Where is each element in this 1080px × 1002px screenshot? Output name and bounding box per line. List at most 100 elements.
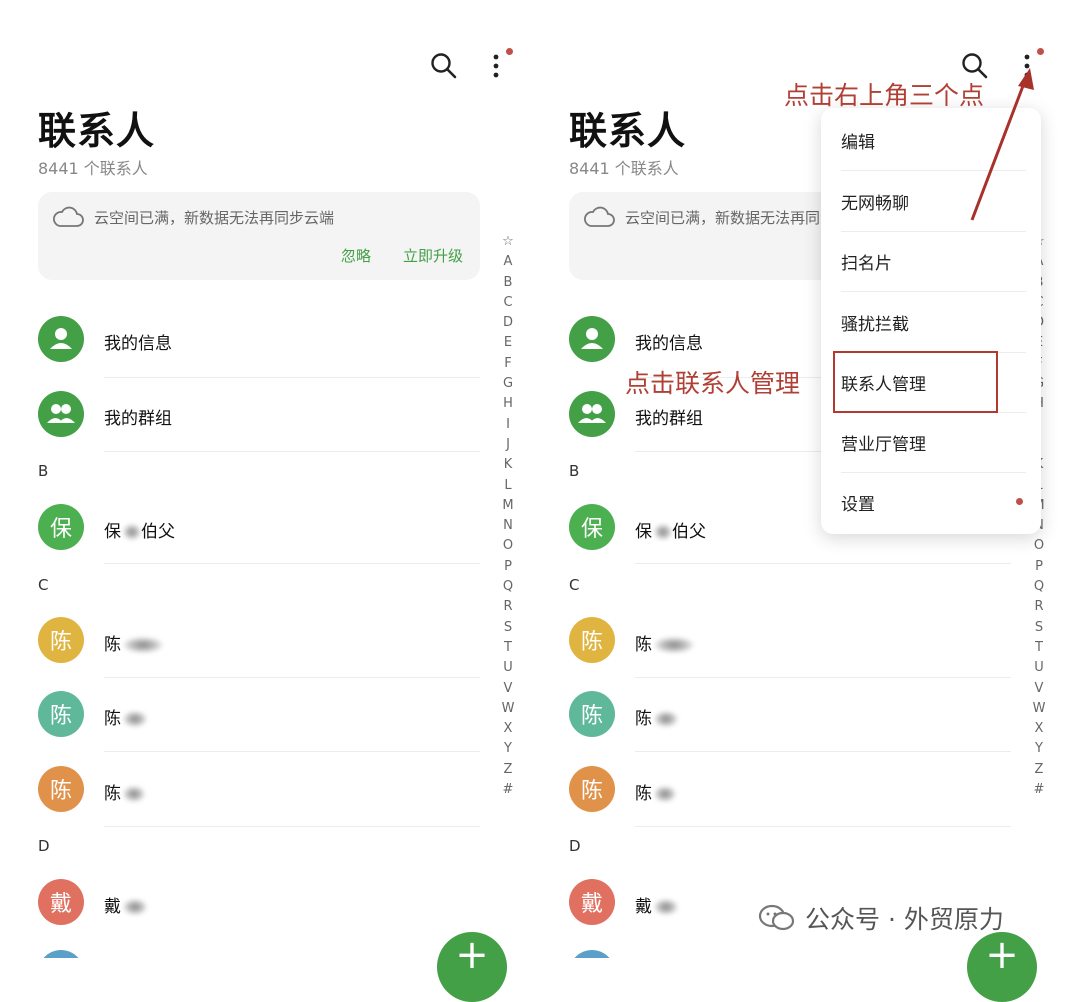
index-letter[interactable]: # — [498, 780, 518, 800]
index-letter[interactable]: P — [1029, 557, 1049, 577]
contact-name: 戴 — [104, 892, 147, 917]
index-letter[interactable]: Z — [498, 760, 518, 780]
contact-name: 陈 — [104, 779, 145, 804]
avatar: 戴 — [38, 879, 84, 925]
my-groups-label: 我的群组 — [635, 409, 703, 429]
divider — [635, 563, 1011, 564]
index-letter[interactable]: E — [498, 333, 518, 353]
cloud-message: 云空间已满，新数据无法再同步云端 — [94, 209, 335, 227]
index-letter[interactable]: F — [498, 354, 518, 374]
avatar: 陈 — [38, 691, 84, 737]
notification-dot — [1016, 498, 1023, 505]
index-letter[interactable]: C — [498, 293, 518, 313]
cloud-full-banner: 云空间已满，新数据无法再同步云端 忽略 立即升级 — [38, 192, 480, 280]
contact-row[interactable]: 陈 陈 — [569, 766, 1009, 814]
search-icon[interactable] — [430, 52, 458, 80]
index-letter[interactable]: K — [498, 455, 518, 475]
index-letter[interactable]: Y — [1029, 739, 1049, 759]
divider — [104, 377, 480, 378]
index-letter[interactable]: S — [1029, 618, 1049, 638]
wechat-icon — [758, 904, 795, 931]
section-header-b: B — [569, 462, 580, 480]
index-letter[interactable]: M — [498, 496, 518, 516]
my-groups-row[interactable]: 我的群组 — [38, 391, 478, 439]
avatar: 陈 — [569, 617, 615, 663]
watermark-text: 公众号 · 外贸原力 — [805, 905, 1004, 934]
avatar: 陈 — [38, 766, 84, 812]
menu-item-spam-block[interactable]: 骚扰拦截 — [841, 292, 1026, 352]
upgrade-button[interactable]: 立即升级 — [403, 245, 463, 266]
index-letter[interactable]: W — [498, 699, 518, 719]
divider — [104, 751, 480, 752]
contact-row[interactable]: 保 保伯父 — [38, 504, 478, 552]
contact-row[interactable]: 陈 陈 — [569, 691, 1009, 739]
contact-row[interactable]: 陈 陈 — [38, 766, 478, 814]
divider — [635, 826, 1011, 827]
menu-item-scan-card[interactable]: 扫名片 — [841, 231, 1026, 291]
index-letter[interactable]: V — [1029, 679, 1049, 699]
index-letter[interactable]: N — [498, 516, 518, 536]
more-options-icon[interactable] — [492, 52, 500, 82]
contact-row[interactable]: 陈 陈 — [38, 617, 478, 665]
menu-item-settings[interactable]: 设置 — [841, 472, 1026, 532]
index-letter[interactable]: H — [498, 394, 518, 414]
index-letter[interactable]: J — [498, 435, 518, 455]
section-header-c: C — [38, 576, 49, 594]
my-info-label: 我的信息 — [104, 334, 172, 354]
section-header-c: C — [569, 576, 580, 594]
index-letter[interactable]: I — [498, 415, 518, 435]
index-letter[interactable]: X — [1029, 719, 1049, 739]
annotation-middle: 点击联系人管理 — [625, 369, 801, 398]
index-letter[interactable]: # — [1029, 780, 1049, 800]
index-letter[interactable]: B — [498, 273, 518, 293]
cloud-icon — [584, 206, 615, 227]
divider — [104, 563, 480, 564]
index-letter[interactable]: P — [498, 557, 518, 577]
ignore-button[interactable]: 忽略 — [341, 245, 371, 266]
index-letter[interactable]: T — [498, 638, 518, 658]
index-letter[interactable]: Y — [498, 739, 518, 759]
page-title: 联系人 — [569, 109, 687, 153]
index-letter[interactable]: R — [1029, 597, 1049, 617]
index-letter[interactable]: O — [498, 536, 518, 556]
divider — [104, 677, 480, 678]
highlight-box — [833, 351, 998, 413]
my-info-row[interactable]: 我的信息 — [38, 316, 478, 364]
index-letter[interactable]: Q — [498, 577, 518, 597]
index-letter[interactable]: ☆ — [498, 232, 518, 252]
index-letter[interactable]: G — [498, 374, 518, 394]
add-contact-button[interactable]: + — [967, 932, 1037, 1002]
section-header-d: D — [569, 837, 581, 855]
notification-dot — [1037, 48, 1044, 55]
index-letter[interactable]: U — [1029, 658, 1049, 678]
index-letter[interactable]: V — [498, 679, 518, 699]
menu-item-store-management[interactable]: 营业厅管理 — [841, 412, 1026, 472]
avatar — [38, 950, 84, 958]
index-letter[interactable]: Q — [1029, 577, 1049, 597]
person-icon — [581, 328, 603, 349]
index-letter[interactable]: A — [498, 252, 518, 272]
divider — [104, 451, 480, 452]
contact-count: 8441 个联系人 — [38, 159, 148, 178]
index-letter[interactable]: L — [498, 476, 518, 496]
index-letter[interactable]: U — [498, 658, 518, 678]
section-header-d: D — [38, 837, 50, 855]
contact-row[interactable]: 陈 陈 — [38, 691, 478, 739]
index-letter[interactable]: D — [498, 313, 518, 333]
contact-row[interactable]: 戴 戴 — [38, 879, 478, 927]
contact-row[interactable]: 陈 陈 — [569, 617, 1009, 665]
watermark: 公众号 · 外贸原力 — [757, 900, 1004, 936]
add-contact-button[interactable]: + — [437, 932, 507, 1002]
index-letter[interactable]: Z — [1029, 760, 1049, 780]
index-letter[interactable]: S — [498, 618, 518, 638]
contact-name: 保伯父 — [635, 522, 706, 542]
index-letter[interactable]: R — [498, 597, 518, 617]
index-letter[interactable]: O — [1029, 536, 1049, 556]
index-letter[interactable]: W — [1029, 699, 1049, 719]
contact-name: 陈 — [635, 630, 694, 655]
avatar: 戴 — [569, 879, 615, 925]
index-letter[interactable]: T — [1029, 638, 1049, 658]
annotation-top: 点击右上角三个点 — [784, 81, 985, 110]
index-letter[interactable]: X — [498, 719, 518, 739]
alphabet-index[interactable]: ☆ABCDEFGHIJKLMNOPQRSTUVWXYZ# — [498, 232, 518, 800]
